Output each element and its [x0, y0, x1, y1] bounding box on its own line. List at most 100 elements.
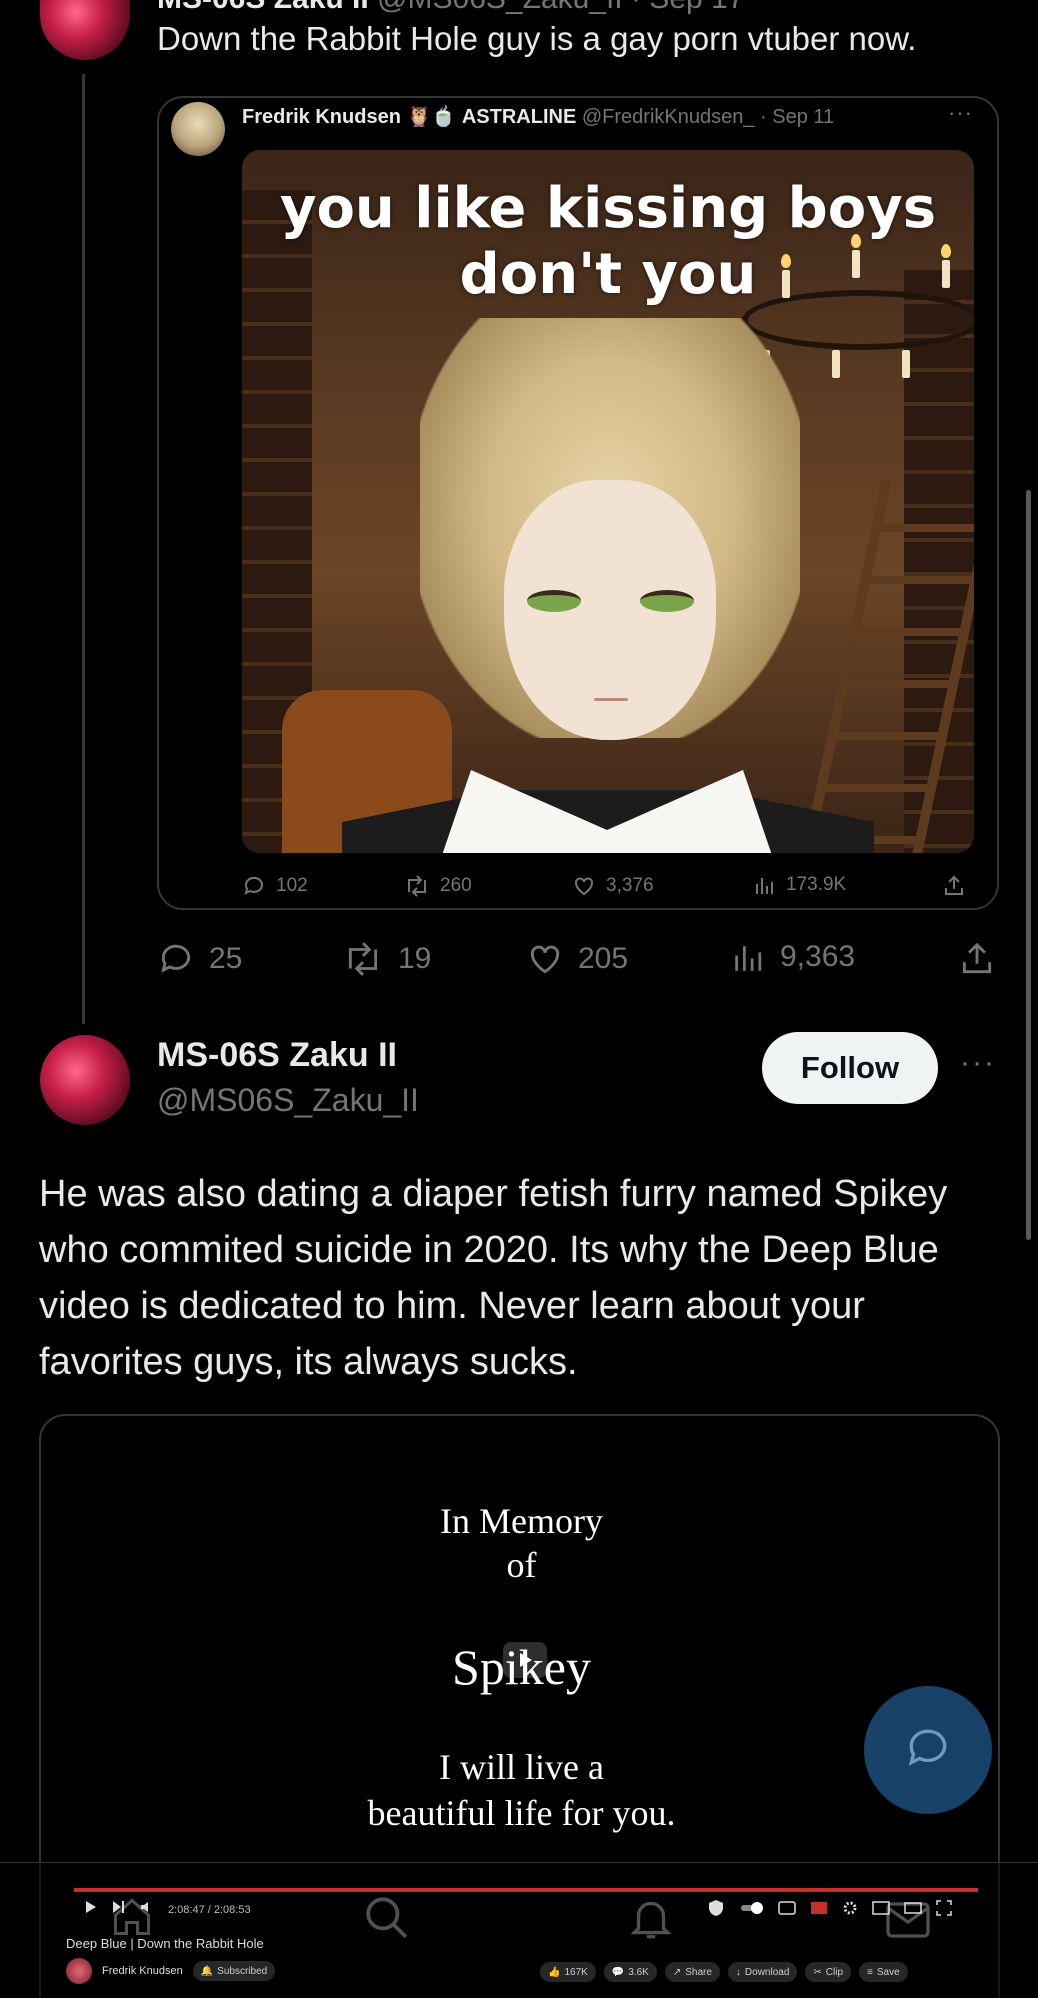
meme-caption: you like kissing boys don't you — [242, 176, 974, 308]
video-action-chips: 👍 167K 💬 3.6K ↗ Share ↓ Download ✂ Clip ≡ Save — [540, 1962, 908, 1982]
prev-tweet-header: MS-06S Zaku II @MS06S_Zaku_II · Sep 17 — [157, 0, 744, 16]
autoplay-toggle-icon[interactable] — [740, 1901, 764, 1920]
like-count: 205 — [578, 942, 629, 975]
candle — [902, 350, 910, 378]
character-eye-left — [527, 590, 581, 612]
more-options-icon[interactable]: ··· — [960, 1046, 996, 1080]
thumb-up-icon: 👍 — [548, 1966, 561, 1978]
reply-icon — [157, 940, 195, 978]
character-eye-right — [640, 590, 694, 612]
subscribed-label: Subscribed — [217, 1965, 268, 1977]
quote-tweet-image[interactable]: you like kissing boys don't you — [242, 150, 974, 853]
video-comments-chip[interactable]: 💬 3.6K — [603, 1962, 657, 1982]
quote-more-icon[interactable]: ··· — [948, 100, 973, 126]
quote-share-icon[interactable] — [942, 874, 966, 898]
save-icon: ≡ — [867, 1966, 873, 1978]
channel-avatar[interactable] — [66, 1958, 92, 1984]
quote-views-count: 173.9K — [786, 874, 847, 895]
channel-name[interactable]: Fredrik Knudsen — [102, 1965, 183, 1977]
share-icon — [942, 874, 966, 898]
thread-connector-line — [82, 74, 85, 1024]
views-action[interactable]: 9,363 — [732, 940, 855, 974]
video-play-icon[interactable] — [84, 1900, 98, 1919]
reply-count: 25 — [209, 942, 243, 975]
quote-reply-action[interactable]: 102 — [242, 874, 308, 898]
reply-action[interactable]: 25 — [157, 940, 242, 978]
video-clip-label: Clip — [825, 1966, 844, 1978]
quote-like-action[interactable]: 3,376 — [572, 874, 654, 898]
views-icon — [754, 874, 776, 896]
quote-reply-count: 102 — [276, 875, 308, 896]
video-channel-row: Fredrik Knudsen 🔔 Subscribed — [66, 1958, 276, 1984]
quote-tweet-emoji: 🦉🍵 — [406, 106, 457, 128]
search-icon[interactable] — [362, 1893, 412, 1948]
main-tweet-handle[interactable]: @MS06S_Zaku_II — [157, 1082, 419, 1119]
video-download-chip[interactable]: ↓ Download — [727, 1962, 798, 1982]
prev-tweet-text: Down the Rabbit Hole guy is a gay porn v… — [157, 20, 917, 57]
subscribed-button[interactable]: 🔔 Subscribed — [192, 1961, 276, 1981]
bell-small-icon: 🔔 — [200, 1965, 214, 1977]
retweet-action[interactable]: 19 — [342, 940, 431, 978]
download-icon: ↓ — [735, 1966, 741, 1978]
like-icon — [572, 874, 596, 898]
video-progress-bar[interactable] — [74, 1888, 978, 1892]
main-tweet-avatar[interactable] — [40, 1035, 130, 1125]
character-mouth — [594, 698, 628, 701]
video-memory-line3: I will live a — [439, 1747, 604, 1787]
follow-button[interactable]: Follow — [762, 1032, 938, 1104]
quote-tweet-header: Fredrik Knudsen 🦉🍵 ASTRALINE @FredrikKnu… — [242, 104, 834, 129]
fullscreen-icon[interactable] — [936, 1900, 952, 1921]
video-memory-line4: beautiful life for you. — [367, 1793, 676, 1833]
video-like-chip[interactable]: 👍 167K — [540, 1962, 596, 1982]
comment-icon: 💬 — [611, 1966, 625, 1978]
prev-tweet-author[interactable]: MS-06S Zaku II — [157, 0, 369, 15]
quote-retweet-action[interactable]: 260 — [404, 874, 472, 898]
reply-icon — [242, 874, 266, 898]
shield-icon[interactable] — [706, 1898, 726, 1923]
captions-icon[interactable] — [778, 1901, 796, 1920]
video-memory-line2: of — [506, 1545, 537, 1585]
share-action[interactable] — [958, 940, 996, 978]
scissors-icon: ✂ — [813, 1966, 822, 1978]
mail-icon[interactable] — [884, 1898, 932, 1947]
play-icon[interactable] — [503, 1642, 547, 1678]
video-share-label: Share — [685, 1966, 712, 1978]
share-arrow-icon: ↗ — [672, 1966, 682, 1978]
retweet-icon — [342, 940, 384, 978]
character-face — [504, 480, 716, 740]
flag-icon[interactable] — [810, 1901, 828, 1920]
retweet-icon — [404, 874, 430, 898]
video-title[interactable]: Deep Blue | Down the Rabbit Hole — [66, 1936, 264, 1951]
like-icon — [526, 940, 564, 978]
prev-tweet-avatar[interactable] — [40, 0, 130, 60]
video-save-chip[interactable]: ≡ Save — [859, 1962, 908, 1982]
scrollbar[interactable] — [1026, 490, 1031, 1240]
video-time: 2:08:47 / 2:08:53 — [168, 1903, 251, 1916]
video-memory-line1: In Memory — [440, 1501, 603, 1541]
prev-tweet-handle-date: @MS06S_Zaku_II · Sep 17 — [377, 0, 744, 15]
quote-tweet-author[interactable]: Fredrik Knudsen — [242, 106, 401, 128]
main-tweet-author[interactable]: MS-06S Zaku II — [157, 1036, 397, 1075]
retweet-count: 19 — [398, 942, 432, 975]
compose-reply-button[interactable] — [864, 1686, 992, 1814]
main-tweet-text: He was also dating a diaper fetish furry… — [39, 1173, 948, 1383]
bell-icon[interactable] — [626, 1893, 676, 1948]
video-clip-chip[interactable]: ✂ Clip — [805, 1962, 852, 1982]
like-action[interactable]: 205 — [526, 940, 628, 978]
meme-caption-line2: don't you — [459, 242, 757, 307]
quote-like-count: 3,376 — [606, 875, 654, 896]
views-count: 9,363 — [780, 940, 856, 973]
settings-gear-icon[interactable] — [842, 1900, 858, 1921]
video-comment-count: 3.6K — [628, 1966, 649, 1978]
video-download-label: Download — [744, 1966, 790, 1978]
video-controls: 2:08:47 / 2:08:53 — [84, 1900, 251, 1919]
meme-caption-line1: you like kissing boys — [279, 176, 937, 241]
video-share-chip[interactable]: ↗ Share — [664, 1962, 720, 1982]
candle — [832, 350, 840, 378]
quote-tweet-avatar[interactable] — [171, 102, 225, 156]
video-save-label: Save — [876, 1966, 900, 1978]
quote-views-action[interactable]: 173.9K — [754, 874, 846, 896]
quote-tweet-handle-date: @FredrikKnudsen_ · Sep 11 — [581, 106, 835, 128]
quote-retweet-count: 260 — [440, 875, 472, 896]
views-icon — [732, 940, 766, 974]
